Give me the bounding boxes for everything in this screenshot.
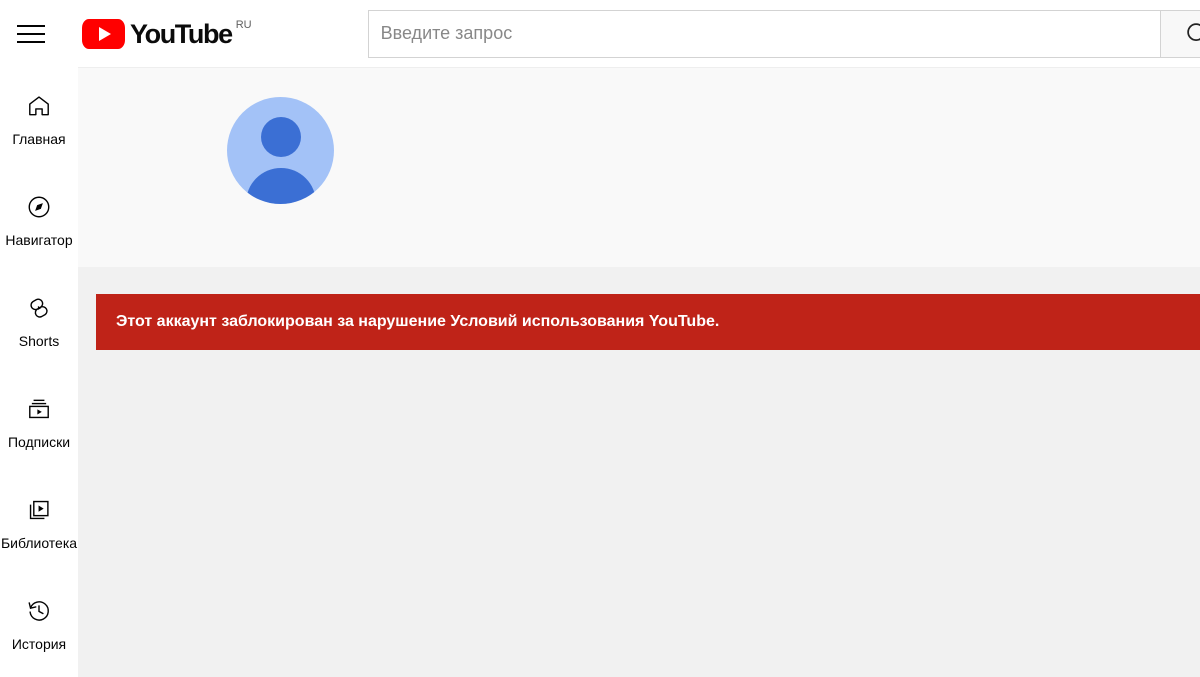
history-icon — [26, 598, 52, 624]
top-header: YouTube RU — [0, 0, 1200, 67]
sidebar-item-home[interactable]: Главная — [0, 75, 78, 176]
youtube-country-code: RU — [235, 18, 252, 31]
channel-banner-area — [78, 67, 1200, 267]
main-content: Этот аккаунт заблокирован за нарушение У… — [78, 67, 1200, 677]
sidebar-item-explore[interactable]: Навигатор — [0, 176, 78, 277]
sidebar-item-history[interactable]: История — [0, 580, 78, 677]
library-icon — [26, 497, 52, 523]
youtube-logo[interactable]: YouTube RU — [82, 18, 252, 49]
sidebar-label-history: История — [11, 636, 67, 652]
search-icon — [1186, 22, 1200, 41]
hamburger-menu-icon[interactable] — [8, 11, 54, 57]
avatar-head — [260, 117, 301, 157]
search-input[interactable] — [380, 23, 1160, 44]
sidebar-item-subscriptions[interactable]: Подписки — [0, 378, 78, 479]
account-terminated-banner: Этот аккаунт заблокирован за нарушение У… — [96, 294, 1200, 350]
youtube-logo-text: YouTube — [130, 18, 233, 49]
shorts-icon — [26, 295, 52, 321]
hamburger-bar-3 — [17, 40, 45, 43]
sidebar-label-home: Главная — [12, 131, 66, 147]
youtube-logo-inner: YouTube — [82, 18, 233, 49]
home-icon — [26, 93, 52, 119]
account-terminated-message: Этот аккаунт заблокирован за нарушение У… — [116, 313, 720, 330]
search-area — [367, 9, 1200, 58]
hamburger-bar-1 — [17, 24, 45, 27]
youtube-play-icon — [82, 18, 125, 49]
compass-icon — [26, 194, 52, 220]
sidebar-label-shorts: Shorts — [18, 333, 60, 349]
search-box[interactable] — [367, 9, 1161, 58]
sidebar-label-library: Библиотека — [0, 535, 78, 551]
subscriptions-icon — [26, 396, 52, 422]
search-button[interactable] — [1160, 9, 1200, 58]
sidebar-item-library[interactable]: Библиотека — [0, 479, 78, 580]
sidebar-label-explore: Навигатор — [5, 232, 73, 248]
avatar[interactable] — [227, 97, 334, 204]
avatar-body — [245, 168, 316, 204]
sidebar-item-shorts[interactable]: Shorts — [0, 277, 78, 378]
hamburger-bar-2 — [17, 32, 45, 35]
sidebar-label-subscriptions: Подписки — [7, 434, 71, 450]
left-sidebar: Главная Навигатор Shorts Подписки Библио… — [0, 67, 78, 677]
